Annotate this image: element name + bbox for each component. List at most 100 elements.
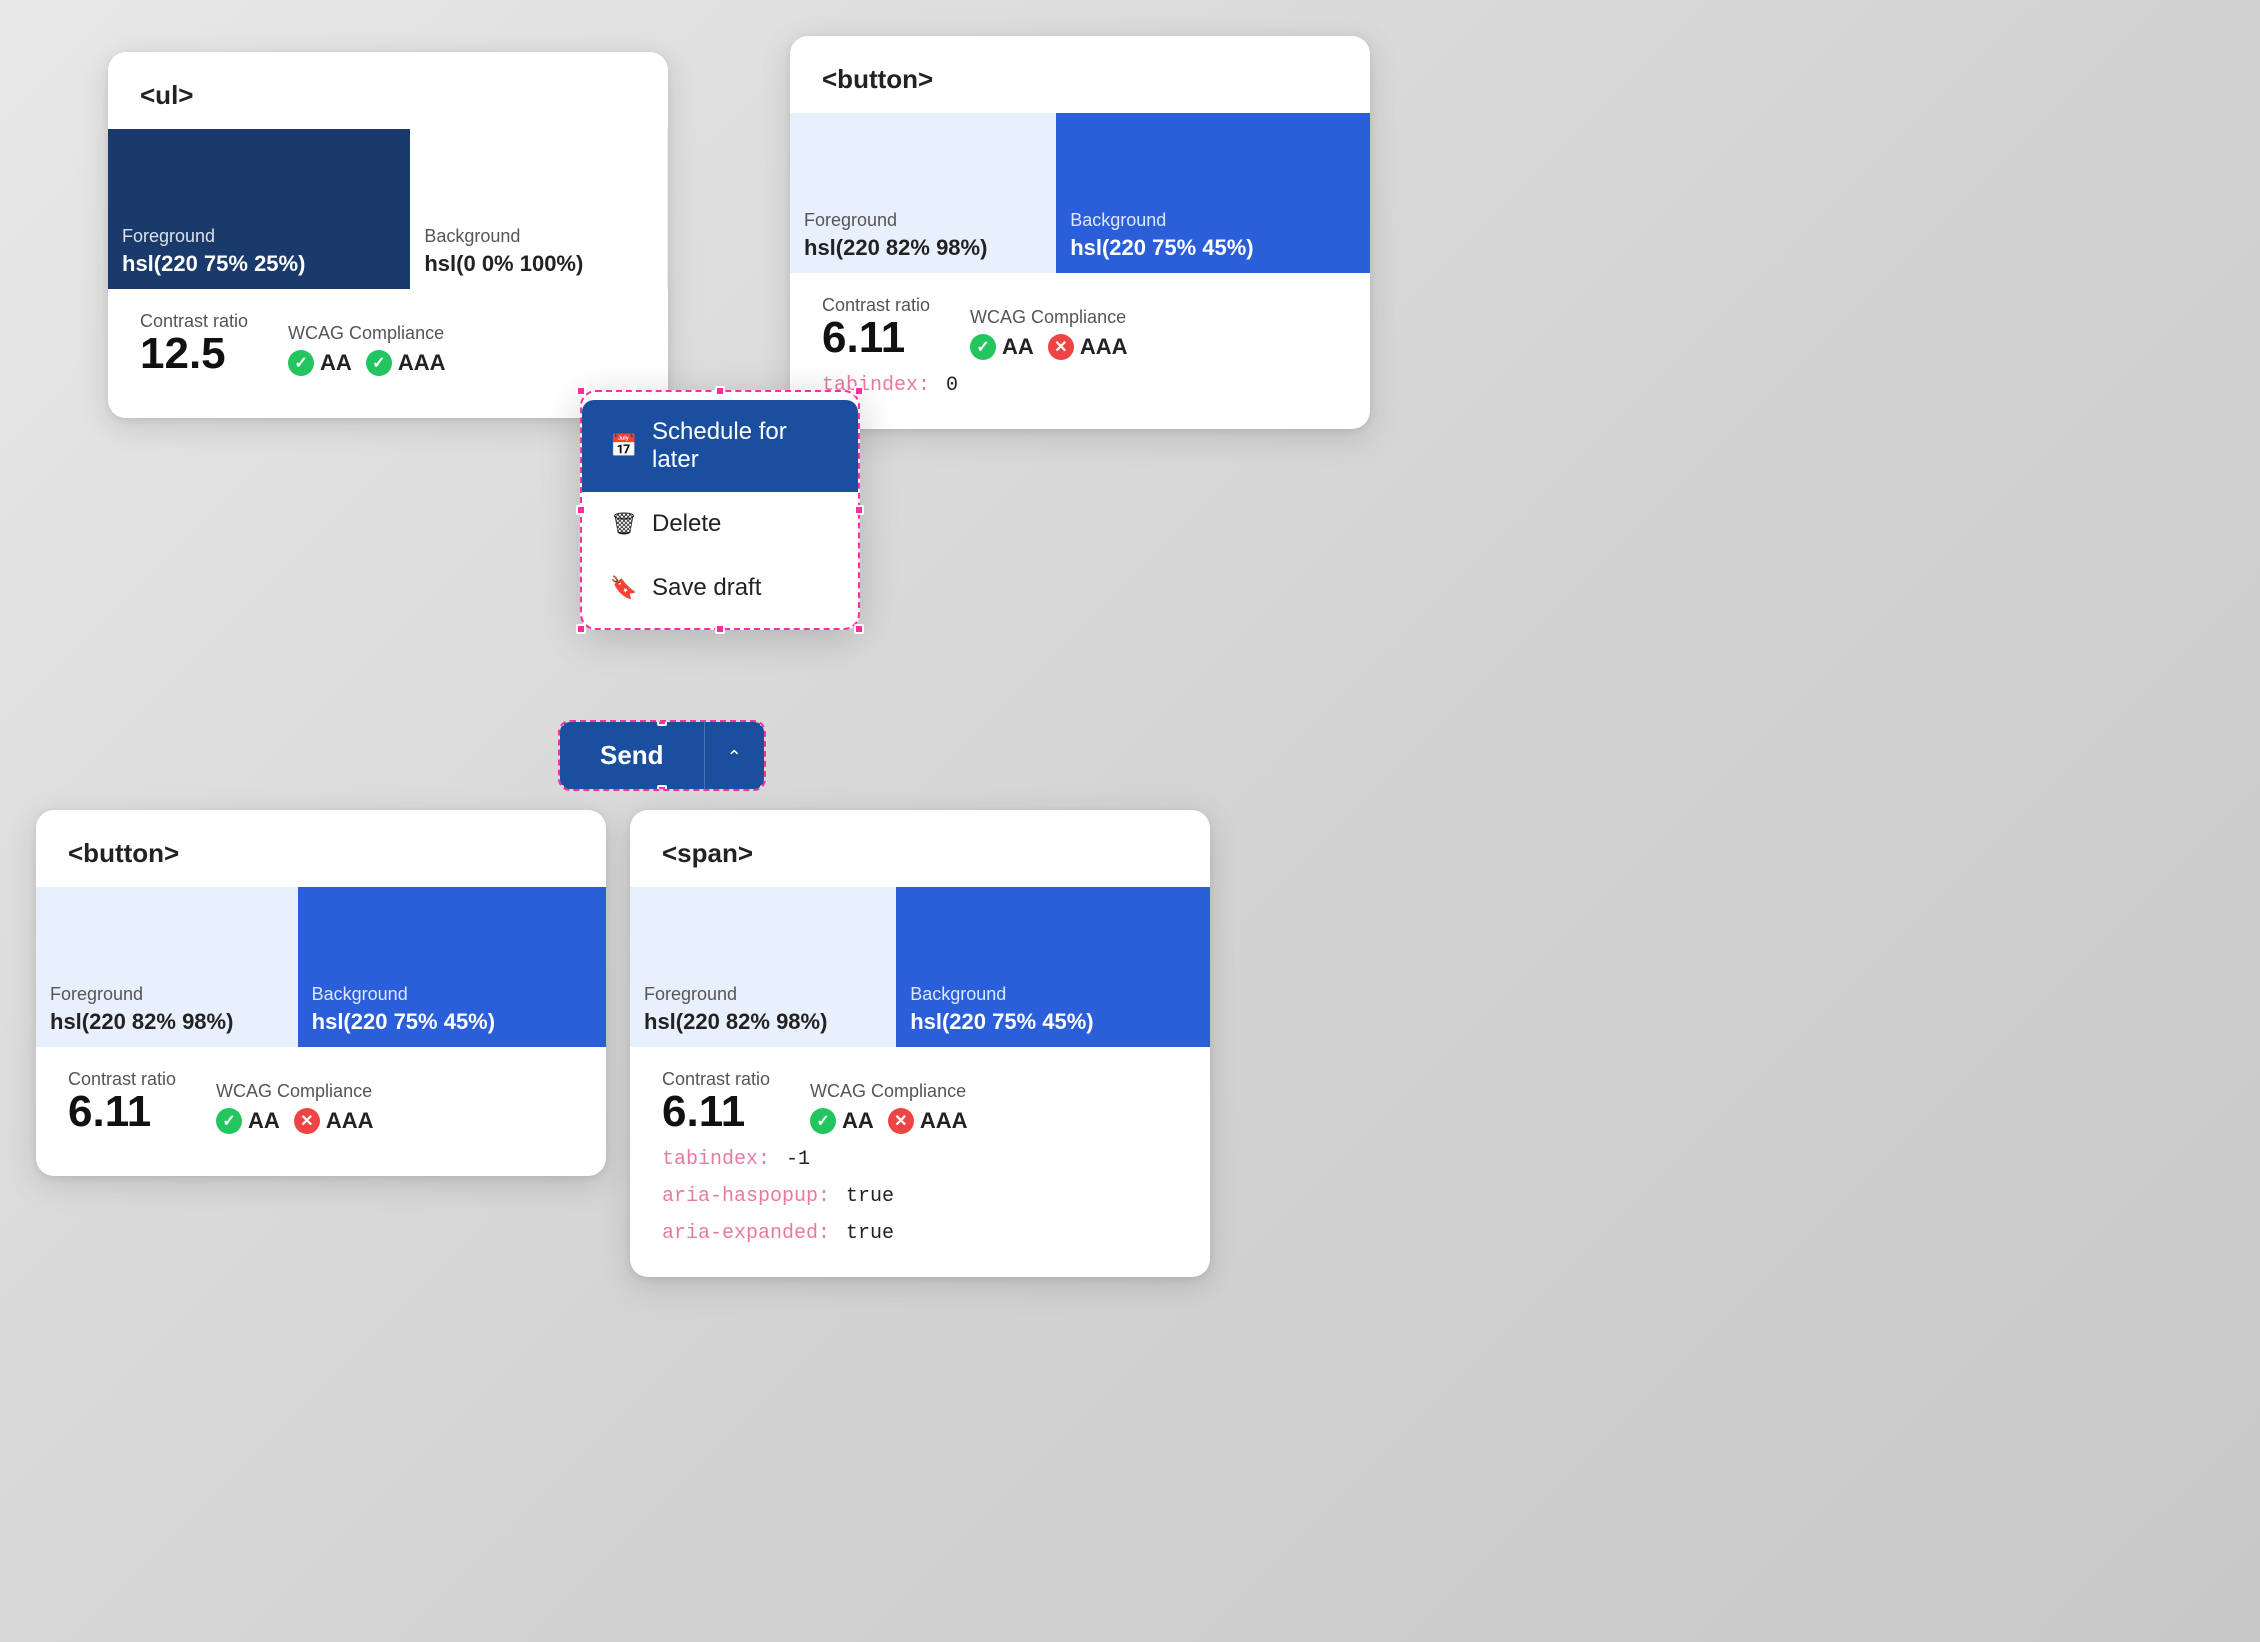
stat-row-btn-bottom: Contrast ratio 6.11 WCAG Compliance ✓ AA… <box>68 1069 574 1134</box>
wcag-block-btn-top: WCAG Compliance ✓ AA ✕ AAA <box>970 307 1127 360</box>
contrast-block-btn-bottom: Contrast ratio 6.11 <box>68 1069 176 1134</box>
badge-aaa-btn-bottom: ✕ AAA <box>294 1108 374 1134</box>
swatch-fg-label-ul: Foreground <box>122 226 396 247</box>
wcag-block-ul: WCAG Compliance ✓ AA ✓ AAA <box>288 323 445 376</box>
card-span: <span> Foreground hsl(220 82% 98%) Backg… <box>630 810 1210 1277</box>
badge-aaa-icon-span: ✕ <box>888 1108 914 1134</box>
stat-row-span: Contrast ratio 6.11 WCAG Compliance ✓ AA… <box>662 1069 1178 1134</box>
aria-haspopup-row-span: aria-haspopup: true <box>662 1185 1178 1208</box>
handle-lm <box>576 505 586 515</box>
schedule-label: Schedule for later <box>652 418 830 474</box>
contrast-value-span: 6.11 <box>662 1090 770 1134</box>
badge-aa-btn-bottom: ✓ AA <box>216 1108 280 1134</box>
wcag-label-btn-bottom: WCAG Compliance <box>216 1081 373 1102</box>
contrast-block-btn-top: Contrast ratio 6.11 <box>822 295 930 360</box>
stat-row-btn-top: Contrast ratio 6.11 WCAG Compliance ✓ AA… <box>822 295 1338 360</box>
delete-label: Delete <box>652 510 721 538</box>
tabindex-val-span: -1 <box>786 1148 810 1171</box>
contrast-value-btn-bottom: 6.11 <box>68 1090 176 1134</box>
tabindex-val-btn-top: 0 <box>946 374 958 397</box>
handle-send-tm <box>657 720 667 726</box>
swatch-bg-span: Background hsl(220 75% 45%) <box>896 887 1210 1047</box>
badge-aaa-icon-btn-bottom: ✕ <box>294 1108 320 1134</box>
card-span-tag: <span> <box>630 810 1210 869</box>
handle-br <box>854 624 864 634</box>
swatch-fg-value-btn-bottom: hsl(220 82% 98%) <box>50 1009 284 1035</box>
wcag-block-span: WCAG Compliance ✓ AA ✕ AAA <box>810 1081 967 1134</box>
tabindex-key-span: tabindex: <box>662 1148 770 1171</box>
badge-aa-span: ✓ AA <box>810 1108 874 1134</box>
swatch-fg-btn-top: Foreground hsl(220 82% 98%) <box>790 113 1056 273</box>
wcag-badges-span: ✓ AA ✕ AAA <box>810 1108 967 1134</box>
color-swatches-btn-top: Foreground hsl(220 82% 98%) Background h… <box>790 113 1370 273</box>
badge-aa-btn-top: ✓ AA <box>970 334 1034 360</box>
card-btn-bottom-stats: Contrast ratio 6.11 WCAG Compliance ✓ AA… <box>36 1069 606 1176</box>
swatch-fg-label-btn-top: Foreground <box>804 210 1042 231</box>
dropdown-schedule[interactable]: 📅 Schedule for later <box>582 400 858 492</box>
handle-rm <box>854 505 864 515</box>
handle-send-br <box>760 785 766 791</box>
save-draft-label: Save draft <box>652 574 761 602</box>
aria-haspopup-val-span: true <box>846 1185 894 1208</box>
handle-send-tl <box>558 720 564 726</box>
send-button-group[interactable]: Send ⌃ <box>558 720 766 791</box>
contrast-value-ul: 12.5 <box>140 332 248 376</box>
card-button-top: <button> Foreground hsl(220 82% 98%) Bac… <box>790 36 1370 429</box>
handle-send-tr <box>760 720 766 726</box>
chevron-icon: ⌃ <box>727 747 742 767</box>
card-button-bottom: <button> Foreground hsl(220 82% 98%) Bac… <box>36 810 606 1176</box>
handle-send-bl <box>558 785 564 791</box>
swatch-bg-value-span: hsl(220 75% 45%) <box>910 1009 1196 1035</box>
wcag-badges-ul: ✓ AA ✓ AAA <box>288 350 445 376</box>
dropdown-save-draft[interactable]: 🔖 Save draft <box>582 556 858 620</box>
badge-aaa-ul: ✓ AAA <box>366 350 446 376</box>
swatch-fg-value-span: hsl(220 82% 98%) <box>644 1009 882 1035</box>
wcag-badges-btn-bottom: ✓ AA ✕ AAA <box>216 1108 373 1134</box>
aria-expanded-key-span: aria-expanded: <box>662 1222 830 1245</box>
aria-expanded-row-span: aria-expanded: true <box>662 1222 1178 1245</box>
aria-expanded-val-span: true <box>846 1222 894 1245</box>
swatch-background-ul: Background hsl(0 0% 100%) <box>410 129 668 289</box>
card-ul: <ul> Foreground hsl(220 75% 25%) Backgro… <box>108 52 668 418</box>
color-swatches-btn-bottom: Foreground hsl(220 82% 98%) Background h… <box>36 887 606 1047</box>
wcag-label-btn-top: WCAG Compliance <box>970 307 1127 328</box>
dropdown-delete[interactable]: 🗑 Delete <box>582 492 858 556</box>
badge-aa-icon-span: ✓ <box>810 1108 836 1134</box>
card-span-stats: Contrast ratio 6.11 WCAG Compliance ✓ AA… <box>630 1069 1210 1277</box>
badge-aa-icon-btn-top: ✓ <box>970 334 996 360</box>
swatch-bg-value-ul: hsl(0 0% 100%) <box>424 251 653 277</box>
swatch-fg-label-span: Foreground <box>644 984 882 1005</box>
contrast-block-span: Contrast ratio 6.11 <box>662 1069 770 1134</box>
badge-aaa-icon-btn-top: ✕ <box>1048 334 1074 360</box>
badge-aaa-span: ✕ AAA <box>888 1108 968 1134</box>
dropdown-menu[interactable]: 📅 Schedule for later 🗑 Delete 🔖 Save dra… <box>580 390 860 630</box>
card-ul-tag: <ul> <box>108 52 668 111</box>
color-swatches-span: Foreground hsl(220 82% 98%) Background h… <box>630 887 1210 1047</box>
stat-row-ul: Contrast ratio 12.5 WCAG Compliance ✓ AA… <box>140 311 636 376</box>
delete-icon: 🗑 <box>610 511 636 537</box>
badge-aaa-icon-ul: ✓ <box>366 350 392 376</box>
card-btn-bottom-tag: <button> <box>36 810 606 869</box>
handle-bl <box>576 624 586 634</box>
wcag-label-span: WCAG Compliance <box>810 1081 967 1102</box>
wcag-label-ul: WCAG Compliance <box>288 323 445 344</box>
card-btn-top-stats: Contrast ratio 6.11 WCAG Compliance ✓ AA… <box>790 295 1370 429</box>
handle-send-bm <box>657 785 667 791</box>
tabindex-row-btn-top: tabindex: 0 <box>822 374 1338 397</box>
swatch-bg-btn-top: Background hsl(220 75% 45%) <box>1056 113 1370 273</box>
swatch-bg-label-btn-bottom: Background <box>312 984 592 1005</box>
tabindex-row-span: tabindex: -1 <box>662 1148 1178 1171</box>
send-button[interactable]: Send <box>560 722 705 789</box>
swatch-bg-value-btn-top: hsl(220 75% 45%) <box>1070 235 1356 261</box>
swatch-fg-span: Foreground hsl(220 82% 98%) <box>630 887 896 1047</box>
color-swatches-ul: Foreground hsl(220 75% 25%) Background h… <box>108 129 668 289</box>
swatch-foreground-ul: Foreground hsl(220 75% 25%) <box>108 129 410 289</box>
wcag-block-btn-bottom: WCAG Compliance ✓ AA ✕ AAA <box>216 1081 373 1134</box>
aria-haspopup-key-span: aria-haspopup: <box>662 1185 830 1208</box>
send-chevron-button[interactable]: ⌃ <box>705 722 764 789</box>
badge-aaa-btn-top: ✕ AAA <box>1048 334 1128 360</box>
swatch-fg-value-btn-top: hsl(220 82% 98%) <box>804 235 1042 261</box>
contrast-block-ul: Contrast ratio 12.5 <box>140 311 248 376</box>
swatch-bg-value-btn-bottom: hsl(220 75% 45%) <box>312 1009 592 1035</box>
contrast-value-btn-top: 6.11 <box>822 316 930 360</box>
